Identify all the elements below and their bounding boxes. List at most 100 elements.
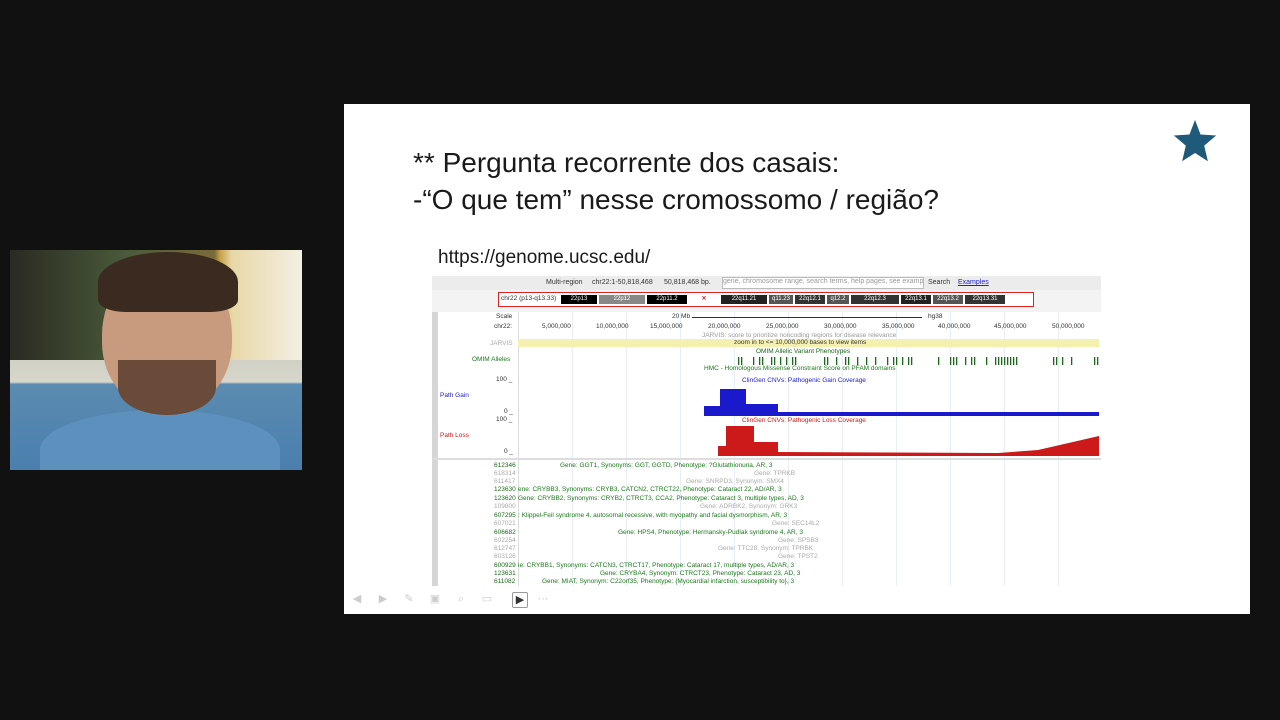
omim-allele-mark	[950, 357, 952, 365]
omim-allele-mark	[896, 357, 898, 365]
multi-region-label: Multi-region	[546, 279, 583, 286]
subtitles-icon[interactable]: ▭	[480, 592, 494, 606]
omim-allele-mark	[1004, 357, 1006, 365]
omim-allele-mark	[1016, 357, 1018, 365]
band: 22q13.31	[965, 295, 1005, 304]
omim-label: OMIM Alleles	[472, 356, 511, 363]
examples-link: Examples	[958, 279, 989, 286]
omim-allele-mark	[753, 357, 755, 365]
more-icon[interactable]: ⋯	[536, 592, 550, 606]
omim-allele-mark	[866, 357, 868, 365]
ideogram-label: chr22 (p13-q13.33)	[501, 295, 557, 302]
omim-allele-mark	[995, 357, 997, 365]
tick-label: 45,000,000	[994, 323, 1027, 330]
gene-id: 612747	[494, 545, 516, 552]
ucsc-topbar: Multi-region chr22:1-50,818,468 50,818,4…	[432, 276, 1101, 290]
hmc-desc: HMC - Homologous Missense Constraint Sco…	[704, 365, 896, 372]
omim-allele-mark	[1007, 357, 1009, 365]
gene-line: Gene: GGT1, Synonyms: GGT, GGTD, Phenoty…	[560, 462, 773, 469]
gene-id: 600929	[494, 562, 516, 569]
next-icon[interactable]: ▶	[376, 592, 390, 606]
omim-allele-mark	[759, 357, 761, 365]
path-loss-track	[718, 426, 1099, 456]
omim-allele-mark	[1097, 357, 1099, 365]
prev-icon[interactable]: ◀	[350, 592, 364, 606]
camera-icon[interactable]: ▶	[512, 592, 528, 608]
gene-id: 606682	[494, 529, 516, 536]
gene-line: ie: CRYBB1, Synonyms: CATCN3, CTRCT17, P…	[518, 562, 795, 569]
omim-allele-mark	[953, 357, 955, 365]
omim-allele-mark	[1001, 357, 1003, 365]
band: 22p13	[561, 295, 597, 304]
omim-allele-mark	[824, 357, 826, 365]
omim-allele-mark	[965, 357, 967, 365]
jarvis-desc: JARVIS: score to prioritize noncoding re…	[702, 332, 897, 339]
omim-allele-mark	[1010, 357, 1012, 365]
webcam-feed	[10, 250, 302, 470]
tick-label: 15,000,000	[650, 323, 683, 330]
title-line-2: -“O que tem” nesse cromossomo / região?	[413, 184, 939, 215]
star-icon	[1173, 119, 1217, 162]
gene-id: 611417	[494, 478, 516, 485]
omim-allele-mark	[938, 357, 940, 365]
omim-allele-mark	[1013, 357, 1015, 365]
tick-label: 5,000,000	[542, 323, 571, 330]
omim-allele-mark	[1071, 357, 1073, 365]
omim-allele-mark	[1056, 357, 1058, 365]
gene-id: 123631	[494, 570, 516, 577]
gene-line: Gene: CRYBA4, Synonym: CTRCT23, Phenotyp…	[600, 570, 801, 577]
tracks-panel: Scale chr22: 20 Mb hg38 5,000,000 10,000…	[432, 312, 1101, 586]
omim-allele-mark	[848, 357, 850, 365]
zoom-icon[interactable]: ⌕	[454, 592, 468, 606]
tick-label: 25,000,000	[766, 323, 799, 330]
omim-allele-mark	[836, 357, 838, 365]
loss-axis-max: 100 _	[496, 416, 513, 423]
assembly-label: hg38	[928, 313, 943, 320]
omim-allele-mark	[974, 357, 976, 365]
search-input: gene, chromosome range, search terms, he…	[722, 277, 924, 289]
omim-allele-mark	[786, 357, 788, 365]
band: 22q11.21	[721, 295, 767, 304]
gene-line: Gene: SPSB3	[778, 537, 819, 544]
gene-line: Gene: ADRBK2, Synonym: GRK3	[700, 503, 798, 510]
omim-desc: OMIM Allelic Variant Phenotypes	[756, 348, 851, 355]
band: 22q12.3	[851, 295, 899, 304]
tick-label: 20,000,000	[708, 323, 741, 330]
omim-allele-mark	[1062, 357, 1064, 365]
gene-line: Gene: TPST2	[778, 553, 818, 560]
gene-line: Gene: TTC28, Synonym: TPRBK	[718, 545, 814, 552]
gene-id: 618314	[494, 470, 516, 477]
gene-id: 607021	[494, 520, 516, 527]
presenter-shirt	[40, 410, 280, 470]
omim-allele-mark	[1094, 357, 1096, 365]
path-loss-label: Path Loss	[440, 432, 469, 439]
band: 22q12.1	[795, 295, 825, 304]
gene-id: 607295	[494, 512, 516, 519]
omim-allele-mark	[1053, 357, 1055, 365]
omim-allele-mark	[902, 357, 904, 365]
omim-allele-mark	[827, 357, 829, 365]
tick-label: 50,000,000	[1052, 323, 1085, 330]
omim-allele-mark	[971, 357, 973, 365]
highlighter-icon[interactable]: ▣	[428, 592, 442, 606]
jarvis-label: JARVIS	[490, 340, 513, 347]
omim-allele-mark	[738, 357, 740, 365]
gain-axis-max: 100 _	[496, 376, 513, 383]
omim-allele-mark	[792, 357, 794, 365]
presenter-beard	[118, 360, 216, 415]
tick-label: 30,000,000	[824, 323, 857, 330]
gain-axis-min: 0 _	[504, 408, 514, 415]
omim-allele-mark	[956, 357, 958, 365]
scale-bar-label: 20 Mb	[672, 313, 691, 320]
search-button: Search	[928, 279, 951, 286]
omim-allele-mark	[893, 357, 895, 365]
loss-axis-min: 0 _	[504, 448, 514, 455]
chromosome-ideogram: chr22 (p13-q13.33) 22p13 22p12 22p11.2 ✕…	[498, 292, 1034, 307]
track-divider	[432, 458, 1101, 460]
band: 22p12	[599, 295, 645, 304]
gene-id: 603126	[494, 553, 516, 560]
tick-label: 35,000,000	[882, 323, 915, 330]
omim-allele-mark	[780, 357, 782, 365]
pen-icon[interactable]: ✎	[402, 592, 416, 606]
gene-line: Gene: SEC14L2	[772, 520, 820, 527]
